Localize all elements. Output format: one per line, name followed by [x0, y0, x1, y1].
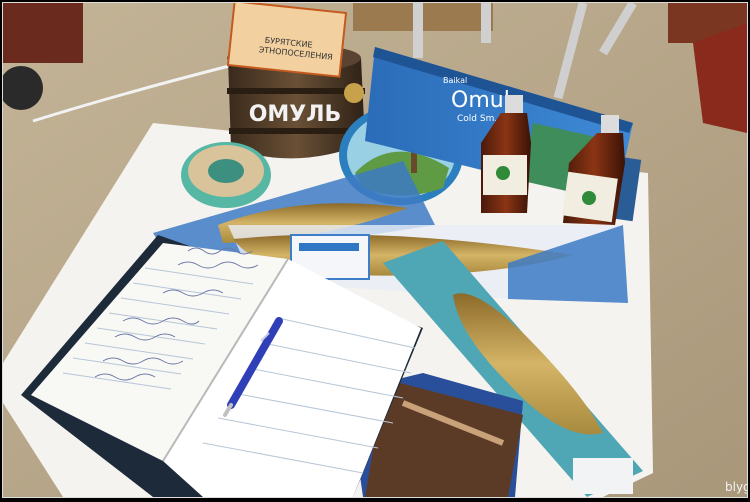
- photo-scene: ОМУЛЬ БУРЯТСКИЕ ЭТНОПОСЕЛЕНИЯ Baikal Omu…: [3, 3, 747, 497]
- box-title: Omul: [451, 88, 510, 113]
- watermark-text: blyg: [725, 480, 747, 494]
- box-brand: Baikal: [443, 76, 467, 85]
- photo-frame: ОМУЛЬ БУРЯТСКИЕ ЭТНОПОСЕЛЕНИЯ Baikal Omu…: [2, 2, 748, 498]
- fish-tin: [181, 142, 271, 208]
- barrel-label: ОМУЛЬ: [249, 102, 342, 127]
- sign-card: БУРЯТСКИЕ ЭТНОПОСЕЛЕНИЯ: [226, 3, 348, 78]
